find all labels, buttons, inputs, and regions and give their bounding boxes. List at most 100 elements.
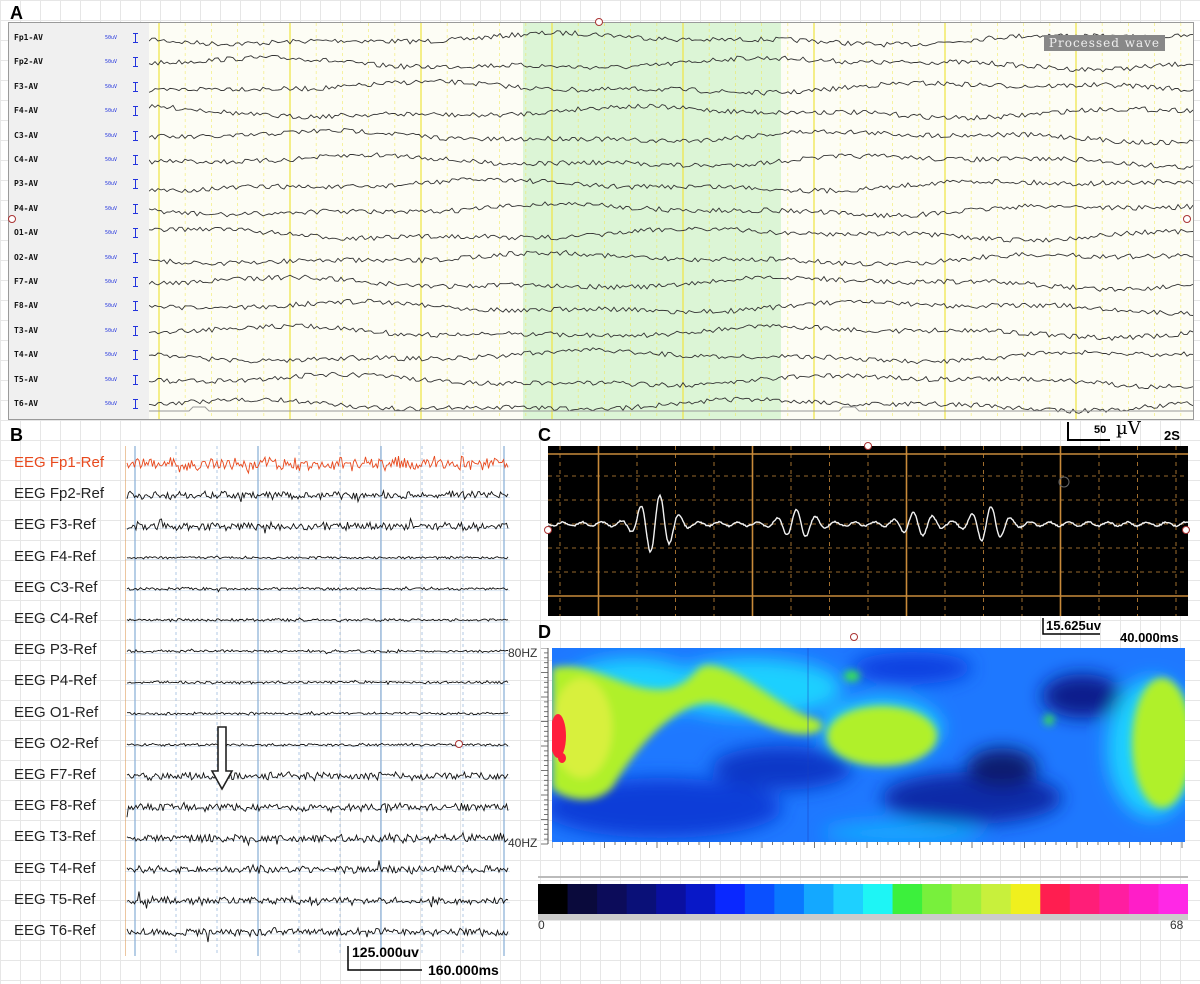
raw-scale-time: 160.000ms [428, 962, 499, 978]
panel-label-b: B [10, 425, 23, 445]
raw-channel-label: EEG F7-Ref [14, 766, 96, 783]
colorbar-cell [567, 884, 598, 914]
raw-channel-label: EEG C3-Ref [14, 578, 98, 596]
waveform-scale-time: 40.000ms [1120, 630, 1179, 645]
channel-scale-bar [133, 325, 138, 336]
raw-eeg-trace [126, 831, 509, 847]
panel-label-c: C [538, 425, 551, 445]
cursor-marker-b[interactable] [455, 740, 463, 748]
raw-channel-label: EEG Fp2-Ref [14, 485, 105, 503]
channel-scale-label: 50uV [105, 83, 118, 90]
colorbar-cell [951, 884, 982, 914]
raw-scale-bar: 125.000uv 160.000ms [342, 944, 499, 984]
channel-scale-label: 50uV [105, 327, 118, 334]
raw-eeg-trace [126, 617, 509, 623]
channel-scale-label: 50uV [105, 108, 118, 115]
channel-scale-label: 50uV [105, 303, 118, 310]
power-colorbar: 0 68 [538, 866, 1188, 934]
raw-eeg-trace [126, 489, 509, 504]
cursor-marker-c-left[interactable] [544, 526, 552, 534]
raw-channel-label: EEG P4-Ref [14, 672, 97, 690]
raw-channel-label: EEG F8-Ref [14, 797, 96, 815]
raw-eeg-plot [125, 446, 510, 956]
raw-eeg-trace [126, 742, 509, 747]
cursor-marker-right[interactable] [1183, 215, 1191, 223]
processed-eeg-plot [149, 23, 1193, 419]
processed-eeg-panel: Fp1-AV 50uV Fp2-AV 50uV F3-AV 50uV F4-AV 50uV C3… [8, 22, 1194, 420]
raw-eeg-panel: EEG Fp1-Ref EEG Fp2-Ref EEG F3-Ref EEG F4-R… [8, 446, 510, 956]
channel-scale-label: 50uV [105, 205, 118, 212]
channel-scale-bar [133, 374, 138, 385]
colorbar-cell [774, 884, 805, 914]
channel-label: C4-AV [14, 155, 39, 164]
channel-label: T4-AV [14, 350, 39, 360]
cursor-marker-c-top[interactable] [864, 442, 872, 450]
waveform-panel [547, 446, 1188, 616]
colorbar-cell [981, 884, 1012, 914]
raw-channel-label: EEG T5-Ref [14, 890, 96, 908]
channel-label: O1-AV [14, 228, 39, 238]
waveform-duration: 2S [1164, 428, 1180, 443]
channel-scale-bar [133, 33, 138, 43]
channel-scale-label: 50uV [105, 254, 118, 261]
colorbar-cell [1069, 884, 1100, 914]
colorbar-cell [744, 884, 775, 914]
channel-scale-label: 50uV [105, 181, 118, 188]
channel-label: Fp1-AV [14, 33, 43, 42]
cursor-marker-top[interactable] [595, 18, 603, 26]
channel-label: F8-AV [14, 301, 39, 311]
colorbar-cell [597, 884, 628, 914]
raw-channel-label: EEG O2-Ref [14, 734, 99, 752]
time-axis-ticks [552, 842, 1183, 848]
colorbar-cell [715, 884, 746, 914]
waveform-amp-bar [1067, 422, 1110, 441]
cursor-marker-d[interactable] [850, 633, 858, 641]
frequency-axis-ticks [541, 648, 549, 845]
panel-label-a: A [10, 3, 23, 23]
colorbar-min-label: 0 [538, 918, 545, 932]
channel-label: T6-AV [14, 399, 39, 408]
channel-scale-bar [133, 277, 138, 287]
waveform-scale-bar: 15.625uv 40.000ms [1040, 616, 1190, 645]
channel-scale-label: 50uV [105, 279, 118, 285]
channel-label: T5-AV [14, 374, 39, 384]
channel-scale-bar [133, 350, 138, 361]
processed-wave-tag: Processed wave [1043, 35, 1165, 51]
raw-eeg-trace [126, 926, 509, 943]
waveform-amp-unit: µV [1116, 418, 1141, 439]
colorbar-cell [833, 884, 864, 914]
colorbar-cell [656, 884, 687, 914]
channel-scale-bar [133, 252, 138, 263]
colorbar-cell [1040, 884, 1071, 914]
raw-eeg-trace [126, 679, 509, 686]
channel-scale-bar [133, 179, 138, 190]
colorbar-cell [1010, 884, 1041, 914]
channel-scale-label: 50uV [105, 352, 118, 359]
channel-scale-bar [133, 81, 138, 92]
frequency-bottom-label: 40HZ [508, 836, 538, 850]
down-arrow-icon [210, 726, 234, 791]
raw-channel-label: EEG F3-Ref [14, 516, 96, 534]
cursor-marker-c-right[interactable] [1182, 526, 1190, 534]
waveform-scale-amplitude: 15.625uv [1046, 618, 1101, 633]
channel-label: P3-AV [14, 179, 39, 189]
channel-label-column: Fp1-AV 50uV Fp2-AV 50uV F3-AV 50uV F4-AV 50uV C3… [9, 23, 151, 419]
waveform-header: 50 µV 2S [1064, 418, 1192, 444]
colorbar-cell [626, 884, 657, 914]
cursor-marker-left[interactable] [8, 215, 16, 223]
channel-scale-bar [133, 228, 138, 239]
channel-label: Fp2-AV [14, 57, 43, 67]
colorbar-cell [892, 884, 923, 914]
channel-scale-label: 50uV [105, 401, 118, 407]
colorbar-cell [538, 884, 569, 914]
frequency-top-label: 80HZ [508, 646, 538, 660]
raw-eeg-trace [126, 891, 509, 909]
channel-scale-bar [133, 155, 138, 165]
channel-scale-label: 50uV [105, 132, 118, 139]
channel-label: C3-AV [14, 130, 39, 140]
raw-eeg-trace [126, 516, 509, 534]
raw-channel-label: EEG P3-Ref [14, 641, 97, 659]
channel-label: O2-AV [14, 252, 39, 262]
colorbar-cell [803, 884, 834, 914]
time-frequency-map [552, 648, 1185, 842]
